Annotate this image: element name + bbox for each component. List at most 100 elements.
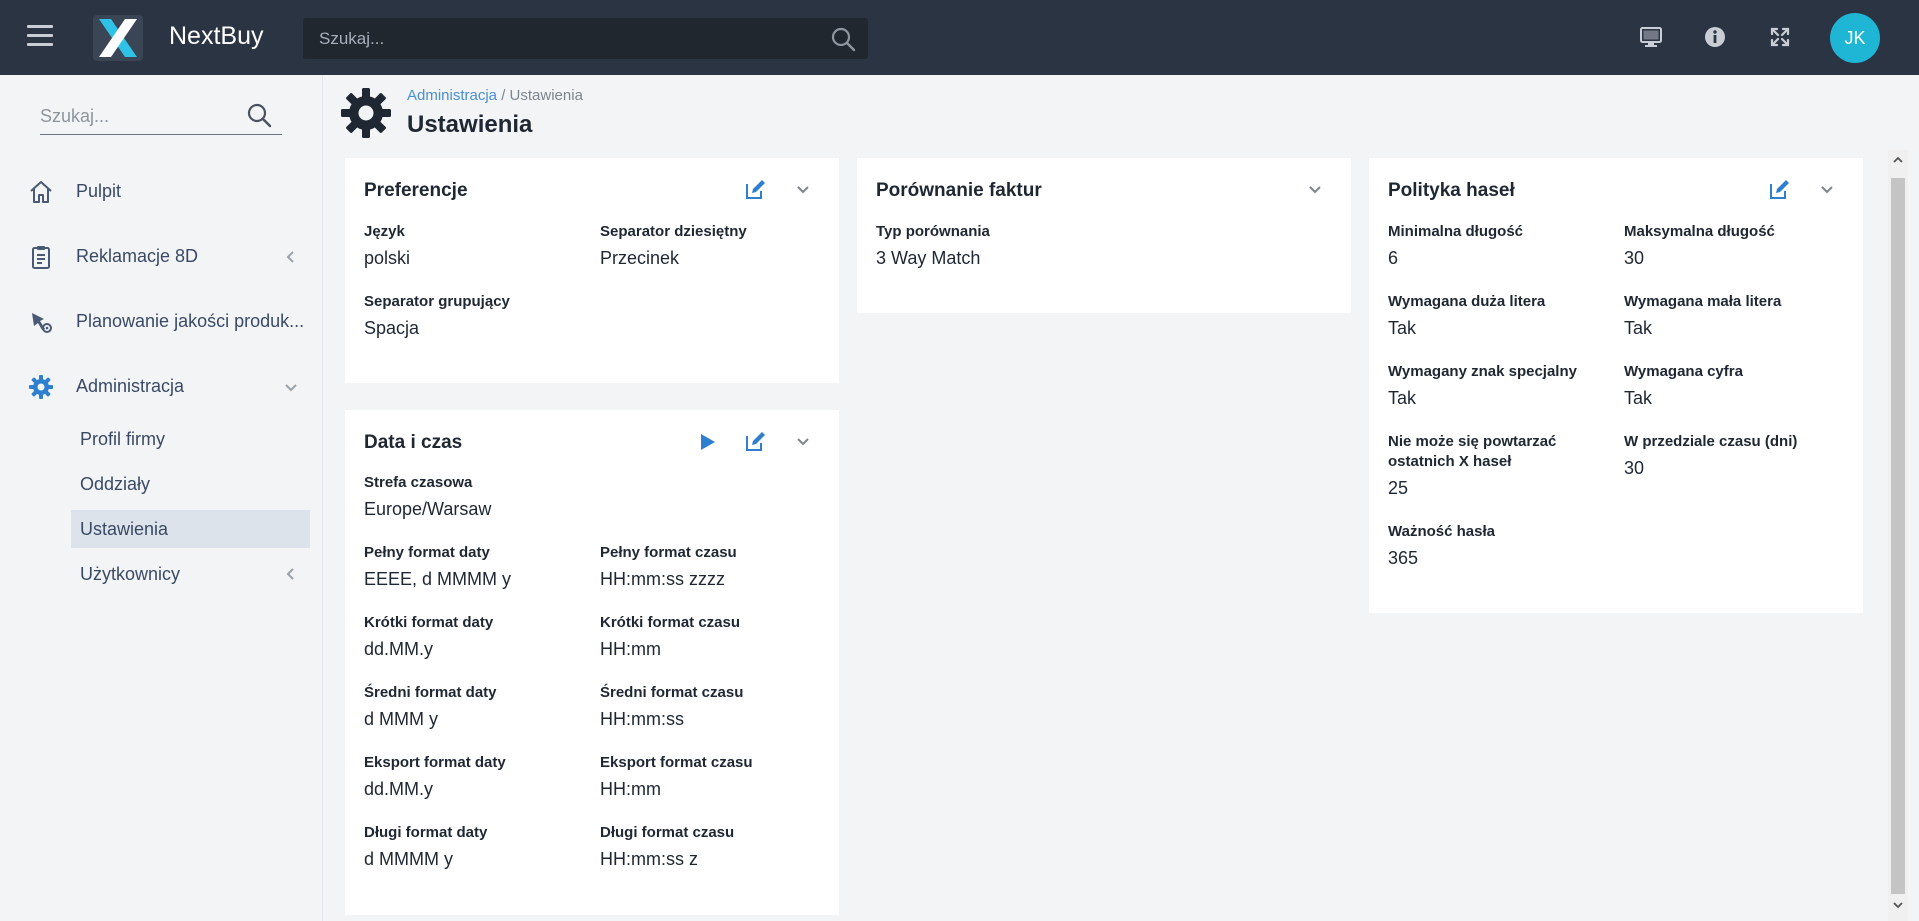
- sidebar-item-pulpit[interactable]: Pulpit: [0, 167, 323, 217]
- field-value: HH:mm:ss z: [600, 849, 698, 869]
- field-label: Typ porównania: [876, 223, 990, 240]
- card-title: Porównanie faktur: [876, 180, 1042, 201]
- chevron-down-icon[interactable]: [1303, 178, 1327, 202]
- sidebar-item-reklamacje-8d[interactable]: Reklamacje 8D: [0, 232, 323, 282]
- field-value: 6: [1388, 248, 1399, 268]
- preferences-card: Preferencje Język polski Separator dzies…: [345, 158, 839, 383]
- field-label: Wymagana mała litera: [1624, 293, 1782, 310]
- field-label: Eksport format czasu: [600, 754, 753, 771]
- field-value: Tak: [1388, 318, 1417, 338]
- sidebar-subitem-ustawienia[interactable]: Ustawienia: [71, 510, 310, 548]
- brand-name[interactable]: NextBuy: [169, 22, 263, 51]
- sidebar-subitem-profil-firmy[interactable]: Profil firmy: [71, 420, 310, 458]
- field-label: Język: [364, 223, 405, 240]
- field-label: Wymagana duża litera: [1388, 293, 1546, 310]
- chevron-down-icon[interactable]: [791, 430, 815, 454]
- edit-icon[interactable]: [1767, 178, 1791, 202]
- field-value: Tak: [1624, 388, 1653, 408]
- scrollbar-thumb[interactable]: [1891, 178, 1905, 894]
- field-label: W przedziale czasu (dni): [1624, 433, 1798, 450]
- field-value: 365: [1388, 548, 1419, 568]
- top-bar: NextBuy JK: [0, 0, 1919, 75]
- sidebar-subitem-label: Profil firmy: [80, 429, 165, 449]
- home-icon: [30, 181, 52, 203]
- sidebar-item-label: Administracja: [76, 376, 185, 396]
- field-value: Przecinek: [600, 248, 680, 268]
- monitor-icon[interactable]: [1638, 24, 1664, 50]
- field-label: Nie może się powtarzać ostatnich X haseł: [1388, 433, 1557, 470]
- chevron-down-icon[interactable]: [1815, 178, 1839, 202]
- field-value: 30: [1624, 458, 1645, 478]
- play-icon[interactable]: [695, 430, 719, 454]
- field-value: 3 Way Match: [876, 248, 981, 268]
- field-label: Średni format daty: [364, 684, 497, 701]
- field-label: Ważność hasła: [1388, 523, 1495, 540]
- breadcrumb-current: Ustawienia: [509, 87, 583, 104]
- edit-icon[interactable]: [743, 430, 767, 454]
- field-value: HH:mm: [600, 779, 661, 799]
- breadcrumb-separator: /: [501, 87, 506, 104]
- card-title: Preferencje: [364, 180, 468, 201]
- field-value: HH:mm: [600, 639, 661, 659]
- page-title: Ustawienia: [407, 111, 533, 138]
- sidebar-subitem-label: Użytkownicy: [80, 564, 181, 584]
- sidebar: Pulpit Reklamacje 8D Planowanie jakości …: [0, 75, 323, 921]
- sidebar-item-label: Planowanie jakości produk...: [76, 311, 304, 331]
- field-label: Wymagany znak specjalny: [1388, 363, 1577, 380]
- field-value: dd.MM.y: [364, 639, 434, 659]
- sidebar-search: [40, 97, 282, 135]
- sidebar-item-administracja[interactable]: Administracja: [0, 362, 323, 412]
- chevron-down-icon[interactable]: [791, 178, 815, 202]
- hamburger-menu-icon[interactable]: [27, 25, 53, 47]
- card-title: Polityka haseł: [1388, 180, 1515, 201]
- chevron-left-icon[interactable]: [283, 566, 299, 582]
- search-icon[interactable]: [246, 102, 272, 128]
- sidebar-subitem-oddzialy[interactable]: Oddziały: [71, 465, 310, 503]
- field-value: d MMMM y: [364, 849, 453, 869]
- password-policy-card: Polityka haseł Minimalna długość 6 Maksy…: [1369, 158, 1863, 613]
- breadcrumb: Administracja / Ustawienia: [407, 87, 583, 104]
- datetime-card: Data i czas Strefa czasowa Europe/Warsaw…: [345, 410, 839, 915]
- nextbuy-logo[interactable]: [93, 15, 143, 61]
- sidebar-search-input[interactable]: [40, 101, 240, 131]
- scroll-down-icon[interactable]: [1890, 897, 1906, 913]
- field-label: Wymagana cyfra: [1624, 363, 1743, 380]
- field-label: Separator grupujący: [364, 293, 510, 310]
- breadcrumb-link-administracja[interactable]: Administracja: [407, 87, 497, 104]
- chevron-down-icon[interactable]: [283, 379, 299, 395]
- field-label: Strefa czasowa: [364, 474, 473, 491]
- sidebar-item-label: Reklamacje 8D: [76, 246, 199, 266]
- field-value: Europe/Warsaw: [364, 499, 492, 519]
- search-icon[interactable]: [830, 26, 856, 52]
- field-value: Tak: [1388, 388, 1417, 408]
- field-value: HH:mm:ss zzzz: [600, 569, 725, 589]
- field-value: EEEE, d MMMM y: [364, 569, 512, 589]
- sidebar-subitem-uzytkownicy[interactable]: Użytkownicy: [71, 555, 310, 593]
- field-label: Średni format czasu: [600, 684, 744, 701]
- sidebar-item-planowanie-jakosci[interactable]: Planowanie jakości produk...: [0, 297, 323, 347]
- chevron-left-icon[interactable]: [283, 249, 299, 265]
- edit-icon[interactable]: [743, 178, 767, 202]
- top-search-box: [303, 18, 868, 59]
- info-icon[interactable]: [1702, 24, 1728, 50]
- field-label: Minimalna długość: [1388, 223, 1524, 240]
- quality-planning-icon: [32, 313, 52, 333]
- field-label: Maksymalna długość: [1624, 223, 1775, 240]
- fullscreen-icon[interactable]: [1767, 24, 1793, 50]
- field-label: Krótki format czasu: [600, 614, 741, 631]
- scroll-up-icon[interactable]: [1890, 152, 1906, 168]
- card-title: Data i czas: [364, 432, 463, 453]
- user-avatar[interactable]: JK: [1830, 13, 1880, 63]
- field-label: Długi format daty: [364, 824, 488, 841]
- field-value: polski: [364, 248, 411, 268]
- field-label: Pełny format czasu: [600, 544, 737, 561]
- field-label: Pełny format daty: [364, 544, 490, 561]
- gear-icon: [29, 375, 53, 399]
- field-label: Separator dziesiętny: [600, 223, 747, 240]
- field-value: HH:mm:ss: [600, 709, 684, 729]
- field-label: Eksport format daty: [364, 754, 506, 771]
- field-value: d MMM y: [364, 709, 438, 729]
- clipboard-icon: [32, 246, 50, 269]
- top-search-input[interactable]: [319, 18, 819, 59]
- field-value: 30: [1624, 248, 1645, 268]
